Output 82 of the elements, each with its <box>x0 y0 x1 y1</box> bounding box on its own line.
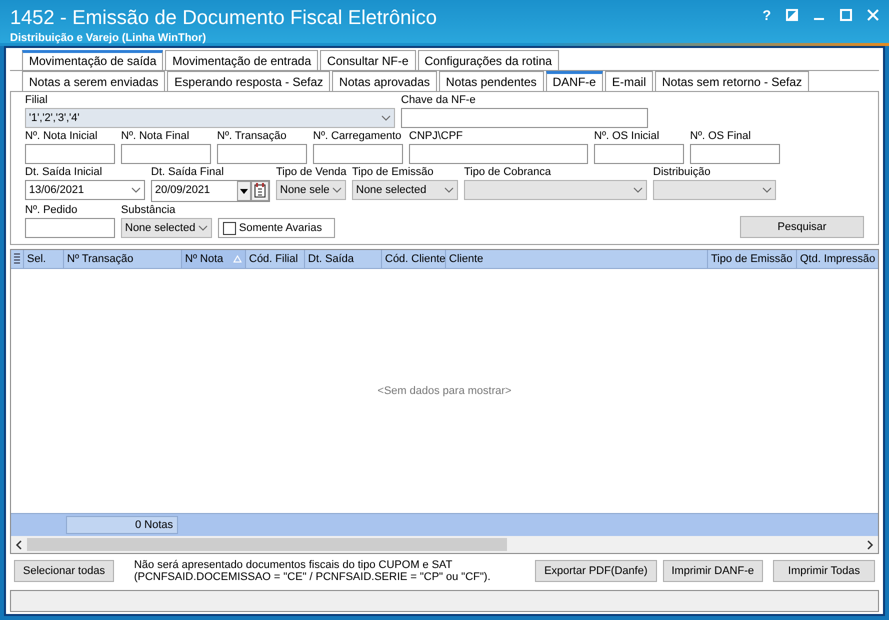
tab[interactable]: Notas sem retorno - Sefaz <box>655 71 810 91</box>
action-button[interactable]: Exportar PDF(Danfe) <box>535 560 656 582</box>
tab[interactable]: Notas pendentes <box>438 71 544 91</box>
input-field[interactable] <box>594 144 684 164</box>
chevron-icon <box>633 187 643 193</box>
dropdown-field[interactable]: None sele <box>276 180 346 200</box>
checkbox-label: Somente Avarias <box>239 222 322 234</box>
dropdown-field[interactable]: None selected <box>121 218 212 238</box>
field-label: Substância <box>121 204 176 216</box>
field-label: Dt. Saída Final <box>151 166 225 178</box>
chevron-icon <box>332 187 342 193</box>
tab[interactable]: Configurações da rotina <box>418 50 559 70</box>
checkbox-field[interactable]: Somente Avarias <box>218 218 335 238</box>
field-label: Dt. Saída Inicial <box>25 166 104 178</box>
tab[interactable]: Esperando resposta - Sefaz <box>167 71 330 91</box>
window-subtitle: Distribuição e Varejo (Linha WinThor) <box>10 32 208 44</box>
input-field[interactable] <box>25 218 115 238</box>
tab[interactable]: Movimentação de entrada <box>165 50 318 70</box>
column-header[interactable]: Tipo de Emissão <box>707 250 796 268</box>
chevron-icon <box>131 187 141 193</box>
input-field[interactable] <box>409 144 588 164</box>
window-title: 1452 - Emissão de Documento Fiscal Eletrônico <box>10 7 437 30</box>
tab[interactable]: DANF-e <box>546 71 603 91</box>
input-field[interactable] <box>121 144 211 164</box>
calendar-icon[interactable] <box>251 181 269 201</box>
tab[interactable]: Movimentação de saída <box>22 50 164 70</box>
column-header[interactable]: Qtd. Impressão <box>796 250 878 268</box>
sort-icon <box>233 255 242 263</box>
action-button[interactable]: Imprimir DANF-e <box>662 560 763 582</box>
field-label: Nº. Pedido <box>25 204 78 216</box>
scroll-left-icon[interactable] <box>15 540 23 550</box>
field-label: Distribuição <box>653 166 712 178</box>
empty-message: <Sem dados para mostrar> <box>378 385 512 397</box>
chevron-icon <box>381 115 391 121</box>
input-field[interactable] <box>401 108 648 128</box>
field-label: Filial <box>25 94 49 106</box>
column-header[interactable]: Nº Nota <box>181 250 245 268</box>
field-label: Nº. Nota Inicial <box>25 130 98 142</box>
chevron-icon <box>198 225 208 231</box>
input-field[interactable] <box>217 144 307 164</box>
select-all-button[interactable]: Selecionar todas <box>14 560 114 582</box>
column-header[interactable]: Sel. <box>23 250 63 268</box>
field-label: Nº. OS Inicial <box>594 130 660 142</box>
dropdown-field[interactable]: None selected <box>352 180 458 200</box>
close-icon[interactable] <box>867 9 879 21</box>
scroll-right-icon[interactable] <box>866 540 874 550</box>
maximize-icon[interactable] <box>840 9 852 21</box>
input-field[interactable] <box>25 144 115 164</box>
column-header[interactable]: Dt. Saída <box>304 250 381 268</box>
contrast-icon[interactable] <box>786 9 798 21</box>
note-text: (PCNFSAID.DOCEMISSAO = "CE" / PCNFSAID.SERIE = "CP" ou "CF"). <box>134 571 492 583</box>
tab[interactable]: Notas aprovadas <box>332 71 437 91</box>
field-label: Nº. OS Final <box>690 130 752 142</box>
column-header[interactable]: Cód. Cliente <box>381 250 445 268</box>
field-label: Tipo de Emissão <box>352 166 435 178</box>
chevron-icon <box>444 187 454 193</box>
chevron-icon <box>762 187 772 193</box>
field-label: Chave da NF-e <box>401 94 477 106</box>
dropdown-field[interactable] <box>464 180 647 200</box>
checkbox[interactable] <box>223 222 236 234</box>
action-button[interactable]: Imprimir Todas <box>773 560 875 582</box>
tab[interactable]: Notas a serem enviadas <box>22 71 166 91</box>
horizontal-scrollbar[interactable] <box>11 536 878 553</box>
scrollbar-thumb[interactable] <box>27 538 507 551</box>
field-label: Nº. Nota Final <box>121 130 190 142</box>
dropdown-field[interactable] <box>653 180 776 200</box>
dropdown-field[interactable]: '1','2','3','4' <box>25 108 395 128</box>
column-header[interactable]: Cód. Filial <box>245 250 304 268</box>
tab[interactable]: E-mail <box>604 71 653 91</box>
field-label: CNPJ\CPF <box>409 130 464 142</box>
column-header[interactable]: Cliente <box>445 250 707 268</box>
input-field[interactable] <box>690 144 780 164</box>
tab[interactable]: Consultar NF-e <box>320 50 416 70</box>
field-label: Nº. Transação <box>217 130 288 142</box>
input-field[interactable] <box>313 144 403 164</box>
summary-count: 0 Notas <box>66 516 178 534</box>
field-label: Tipo de Venda <box>276 166 346 178</box>
dropdown-field[interactable]: 13/06/2021 <box>25 180 145 200</box>
field-label: Nº. Carregamento <box>313 130 402 142</box>
search-button[interactable]: Pesquisar <box>740 216 864 238</box>
field-label: Tipo de Cobranca <box>464 166 552 178</box>
note-text: Não será apresentado documentos fiscais do tipo CUPOM e SAT <box>134 559 454 571</box>
